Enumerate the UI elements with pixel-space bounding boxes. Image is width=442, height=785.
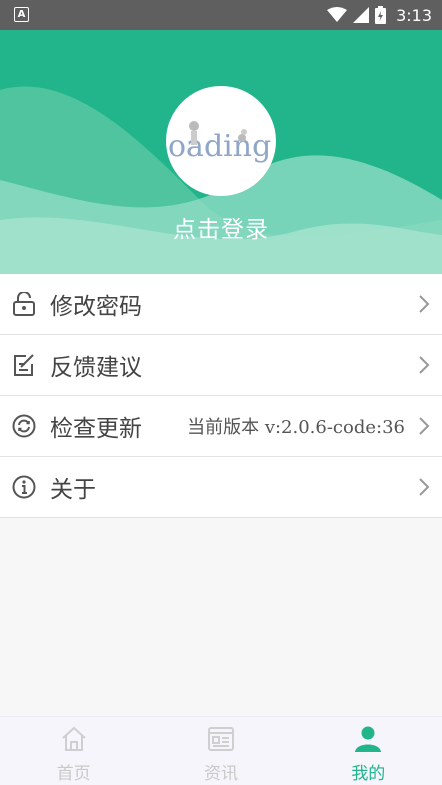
login-label[interactable]: 点击登录 (0, 210, 442, 244)
menu-item-label: 反馈建议 (50, 355, 142, 381)
chevron-right-icon (419, 417, 430, 435)
menu-item-check-update[interactable]: 检查更新 当前版本 v:2.0.6-code:36 (0, 396, 442, 457)
tab-label: 资讯 (203, 764, 238, 784)
version-text: 当前版本 v:2.0.6-code:36 (187, 417, 405, 438)
battery-icon (375, 6, 387, 24)
wifi-icon (327, 7, 348, 22)
menu-item-label: 修改密码 (50, 294, 142, 320)
tab-mine[interactable]: 我的 (295, 717, 442, 785)
home-icon (61, 726, 86, 751)
person-icon (355, 726, 382, 752)
tab-label: 首页 (56, 764, 91, 784)
chevron-right-icon (419, 295, 430, 313)
avatar-loading-image: oading (168, 121, 271, 164)
settings-menu: 修改密码 反馈建议 检查更新 当前版本 v:2.0.6-code:36 关于 (0, 274, 442, 518)
news-icon (207, 727, 234, 751)
notification-a-icon: A (14, 7, 29, 22)
svg-text:oading: oading (168, 129, 271, 164)
edit-icon (14, 354, 34, 376)
bottom-tab-bar: 首页 资讯 我的 (0, 716, 442, 785)
status-icons: 3:13 (327, 0, 432, 30)
profile-header: oading 点击登录 (0, 30, 442, 274)
menu-item-label: 检查更新 (50, 416, 142, 442)
refresh-icon (12, 414, 36, 438)
signal-icon (353, 7, 370, 23)
lock-icon (13, 292, 35, 316)
tab-news[interactable]: 资讯 (147, 717, 294, 785)
menu-item-label: 关于 (50, 477, 96, 503)
menu-item-change-password[interactable]: 修改密码 (0, 274, 442, 335)
chevron-right-icon (419, 478, 430, 496)
menu-item-feedback[interactable]: 反馈建议 (0, 335, 442, 396)
status-bar: A 3:13 (0, 0, 442, 30)
chevron-right-icon (419, 356, 430, 374)
tab-home[interactable]: 首页 (0, 717, 147, 785)
tab-label: 我的 (351, 764, 386, 784)
clock: 3:13 (396, 5, 432, 25)
menu-item-about[interactable]: 关于 (0, 457, 442, 518)
info-icon (12, 475, 36, 499)
avatar[interactable]: oading (166, 86, 276, 196)
